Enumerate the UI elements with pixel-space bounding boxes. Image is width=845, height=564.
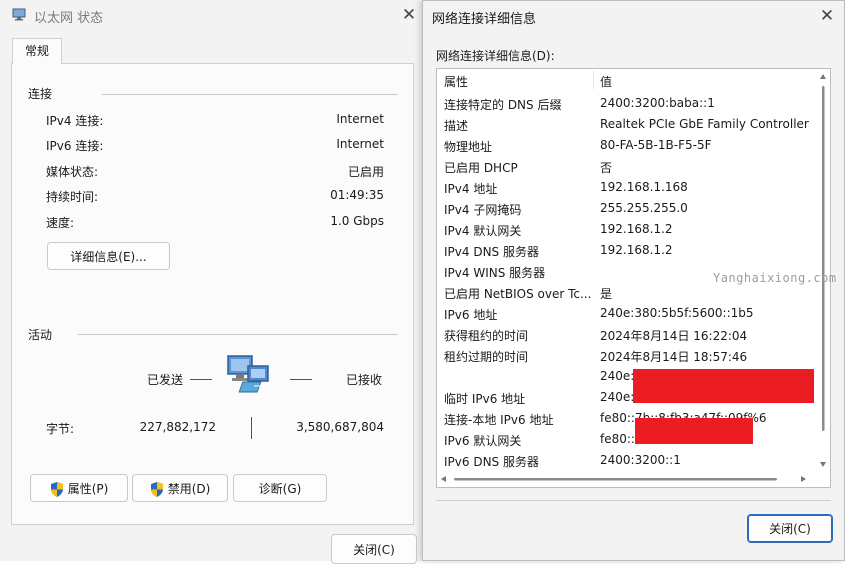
detail-row[interactable]: 连接-本地 IPv6 地址fe80::7b::8:fb3:a47f::09f%6 [437,408,817,429]
detail-value: 2400:3200::1 [600,453,681,467]
detail-property: IPv6 地址 [444,308,498,322]
column-header-value[interactable]: 值 [600,73,612,90]
detail-value: 255.255.255.0 [600,201,688,215]
watermark-text: Yanghaixiong.com [713,271,837,285]
detail-property: 已启用 DHCP [444,161,518,175]
row-label: 媒体状态: [46,165,99,179]
detail-property: IPv4 地址 [444,182,498,196]
row-value: Internet [336,112,384,126]
details-titlebar: 网络连接详细信息 ✕ [423,1,844,31]
tab-general[interactable]: 常规 [12,38,62,64]
detail-value: 240e:380:5b5f:5600::1b5 [600,306,754,320]
row-value: 01:49:35 [330,188,384,202]
row-label: 持续时间: [46,190,99,204]
disable-button-label: 禁用(D) [167,481,211,496]
row-value: 已启用 [347,165,384,179]
connection-divider [102,94,398,95]
detail-row[interactable]: IPv6 默认网关 fe80::a %6 [437,429,817,450]
detail-property: 租约过期的时间 [444,350,529,364]
general-panel: 连接 IPv4 连接: Internet IPv6 连接: Internet 媒… [11,63,414,525]
status-close-button[interactable]: 关闭(C) [331,534,417,564]
detail-row[interactable]: IPv4 默认网关 192.168.1.2 [437,219,817,240]
detail-value: 192.168.1.2 [600,222,673,236]
detail-property: IPv4 默认网关 [444,224,522,238]
bytes-received-value: 3,580,687,804 [296,420,384,434]
close-icon[interactable]: ✕ [397,3,421,27]
detail-row[interactable]: IPv6 DNS 服务器 2400:3200::1 [437,450,817,471]
detail-property: IPv4 WINS 服务器 [444,266,546,280]
activity-divider [78,334,398,335]
detail-row[interactable]: IPv4 子网掩码 255.255.255.0 [437,198,817,219]
redaction-block [633,369,814,403]
horizontal-scrollbar[interactable] [437,472,830,487]
list-header: 属性 值 [437,69,817,91]
detail-value: 192.168.1.2 [600,243,673,257]
detail-row[interactable]: IPv4 DNS 服务器 192.168.1.2 [437,240,817,261]
details-close-button[interactable]: 关闭(C) [747,514,833,543]
activity-section-title: 活动 [28,328,53,342]
detail-property: 连接-本地 IPv6 地址 [444,413,554,427]
bytes-divider [251,417,252,439]
network-computers-icon [227,355,270,393]
detail-row[interactable]: 已启用 DHCP 否 [437,156,817,177]
detail-value: 2400:3200:baba::1 [600,96,715,110]
sent-line [190,379,212,380]
ethernet-status-window: 以太网 状态 ✕ 常规 连接 IPv4 连接: Internet IPv6 连接… [0,0,425,564]
row-label: IPv4 连接: [46,114,104,128]
received-line [290,379,312,380]
received-label: 已接收 [346,373,383,387]
detail-property: IPv4 子网掩码 [444,203,522,217]
detail-row[interactable]: 物理地址 80-FA-5B-1B-F5-5F [437,135,817,156]
status-window-title: 以太网 状态 [34,11,104,26]
uac-shield-icon [150,481,163,497]
detail-value: 否 [600,161,613,175]
detail-value: 192.168.1.168 [600,180,688,194]
detail-row[interactable]: 获得租约的时间 2024年8月14日 16:22:04 [437,324,817,345]
detail-property: 物理地址 [444,140,493,154]
diagnose-button[interactable]: 诊断(G) [233,474,327,502]
detail-row[interactable]: 已启用 NetBIOS over Tc... 是 [437,282,817,303]
details-button[interactable]: 详细信息(E)... [47,242,170,270]
detail-property: 已启用 NetBIOS over Tc... [444,287,592,301]
uac-shield-icon [50,481,63,497]
column-separator[interactable] [593,71,594,89]
row-label: IPv6 连接: [46,139,104,153]
footer-divider [436,500,831,501]
detail-value: 是 [600,287,613,301]
detail-property: IPv6 默认网关 [444,434,522,448]
disable-button[interactable]: 禁用(D) [132,474,228,502]
detail-value: 2024年8月14日 16:22:04 [600,329,748,343]
network-icon [12,8,26,21]
bytes-sent-value: 227,882,172 [139,420,216,434]
detail-row[interactable]: 描述 Realtek PCIe GbE Family Controller [437,114,817,135]
detail-row[interactable]: 连接特定的 DNS 后缀 2400:3200:baba::1 [437,93,817,114]
detail-row[interactable]: IPv6 地址 240e:380:5b5f:5600::1b5 [437,303,817,324]
detail-property: 获得租约的时间 [444,329,529,343]
details-list-label: 网络连接详细信息(D): [436,49,555,63]
details-window-title: 网络连接详细信息 [432,12,537,27]
detail-row[interactable]: 租约过期的时间 2024年8月14日 18:57:46 [437,345,817,366]
row-value: 1.0 Gbps [330,214,384,228]
detail-property: 临时 IPv6 地址 [444,392,526,406]
properties-button-label: 属性(P) [67,481,109,496]
detail-value: 80-FA-5B-1B-F5-5F [600,138,712,152]
status-titlebar: 以太网 状态 ✕ [0,0,424,30]
connection-section-title: 连接 [28,87,53,101]
detail-value: Realtek PCIe GbE Family Controller [600,117,809,131]
detail-property: 描述 [444,119,469,133]
close-icon[interactable]: ✕ [815,4,839,28]
detail-property: 连接特定的 DNS 后缀 [444,98,562,112]
detail-property: IPv6 DNS 服务器 [444,455,539,469]
bytes-label: 字节: [46,422,75,436]
detail-value: 2024年8月14日 18:57:46 [600,350,748,364]
row-label: 速度: [46,216,75,230]
detail-property: IPv4 DNS 服务器 [444,245,539,259]
detail-row[interactable]: IPv4 地址 192.168.1.168 [437,177,817,198]
properties-button[interactable]: 属性(P) [30,474,128,502]
row-value: Internet [336,137,384,151]
redaction-block [635,418,753,444]
sent-label: 已发送 [147,373,184,387]
column-header-property[interactable]: 属性 [444,73,468,90]
